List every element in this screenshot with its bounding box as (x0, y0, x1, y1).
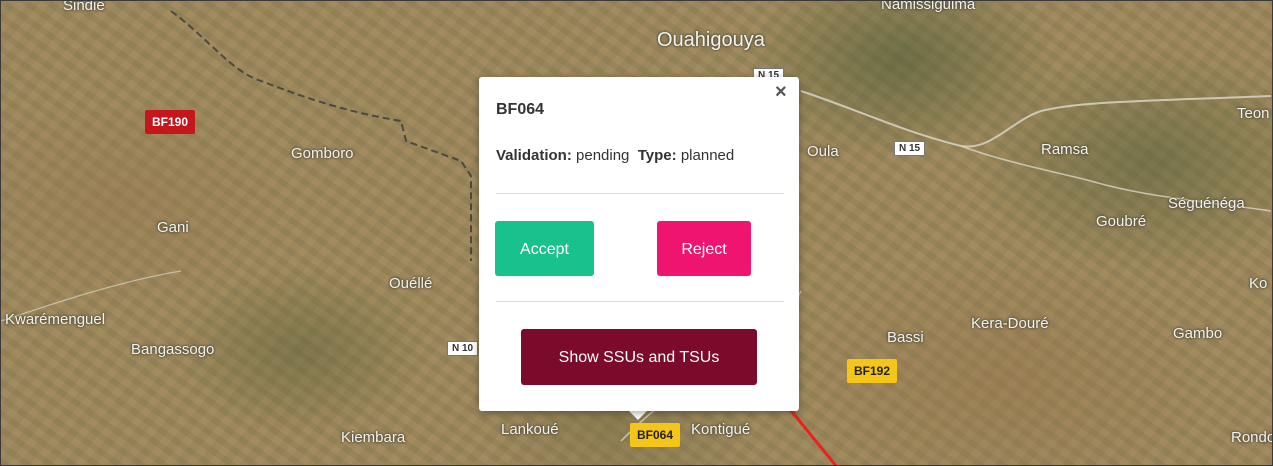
road-line (800, 90, 1272, 148)
map-frame: Sindie Ouahigouya Namissiguima Gomboro O… (0, 0, 1273, 466)
place-label: Gambo (1173, 325, 1223, 342)
show-ssus-tsus-button[interactable]: Show SSUs and TSUs (521, 329, 757, 385)
place-label: Gani (157, 219, 189, 236)
road-shield: N 10 (447, 341, 479, 356)
place-label: Namissiguima (881, 0, 976, 13)
place-label: Oula (807, 143, 839, 160)
divider (496, 301, 784, 302)
place-label: Ouahigouya (657, 29, 765, 51)
site-marker-bf064[interactable]: BF064 (630, 423, 681, 447)
site-marker-bf192[interactable]: BF192 (847, 359, 898, 383)
place-label: Teon (1237, 105, 1270, 122)
site-marker-bf190[interactable]: BF190 (145, 110, 196, 134)
popup-title: BF064 (496, 101, 545, 118)
validation-value: pending (576, 147, 630, 164)
type-label: Type: (637, 147, 677, 164)
popup-info: Validation: pending Type: planned (496, 147, 734, 164)
place-label: Goubré (1096, 213, 1147, 230)
site-popup: × BF064 Validation: pending Type: planne… (479, 77, 799, 411)
divider (496, 193, 784, 194)
place-label: Ramsa (1041, 141, 1089, 158)
place-label: Kontigué (691, 421, 751, 438)
accept-button[interactable]: Accept (495, 221, 594, 276)
place-label: Sindie (63, 0, 105, 14)
popup-tip (628, 410, 648, 420)
place-label: Ko (1249, 275, 1268, 292)
place-label: Bangassogo (131, 341, 215, 358)
place-label: Rondo (1231, 429, 1273, 446)
road-shield: N 15 (894, 141, 926, 156)
place-label: Ouéllé (389, 275, 433, 292)
reject-button[interactable]: Reject (657, 221, 751, 276)
type-value: planned (680, 147, 735, 164)
place-label: Kiembara (341, 429, 406, 446)
place-label: Bassi (887, 329, 924, 346)
border-line (170, 10, 472, 261)
place-label: Kera-Douré (971, 315, 1049, 332)
place-label: Gomboro (291, 145, 354, 162)
place-label: Lankoué (501, 421, 559, 438)
validation-label: Validation: (496, 147, 572, 164)
place-label: Séguénéga (1168, 195, 1245, 212)
close-icon[interactable]: × (775, 81, 787, 104)
place-label: Kwarémenguel (5, 311, 106, 328)
